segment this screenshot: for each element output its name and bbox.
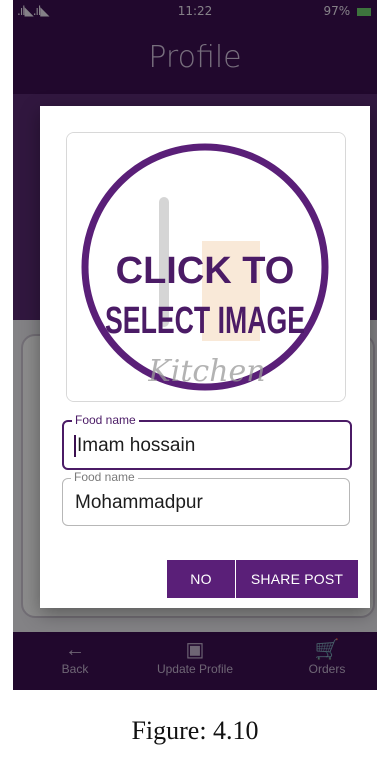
placeholder-line-2: SELECT IMAGE [105,300,305,342]
food-name-input[interactable]: Imam hossain [74,435,195,457]
select-image-button[interactable]: CLICK TO SELECT IMAGE Kitchen [66,132,346,402]
location-field[interactable]: Food name Mohammadpur [62,470,350,526]
share-post-button[interactable]: SHARE POST [236,560,358,598]
location-input[interactable]: Mohammadpur [75,492,203,514]
food-name-label: Food name [72,413,139,427]
phone-screen: .ıl◣.ıl◣ 11:22 97% Profile ← Back ▣ Upda… [13,0,377,690]
no-button[interactable]: NO [167,560,235,598]
select-image-placeholder: CLICK TO SELECT IMAGE Kitchen [67,133,345,401]
placeholder-line-1: CLICK TO [116,250,295,292]
location-label: Food name [71,470,138,484]
food-name-field[interactable]: Food name Imam hossain [62,413,352,470]
share-post-dialog: CLICK TO SELECT IMAGE Kitchen Food name … [40,106,370,608]
watermark-brand: Kitchen [147,354,265,389]
figure-caption: Figure: 4.10 [131,716,259,745]
